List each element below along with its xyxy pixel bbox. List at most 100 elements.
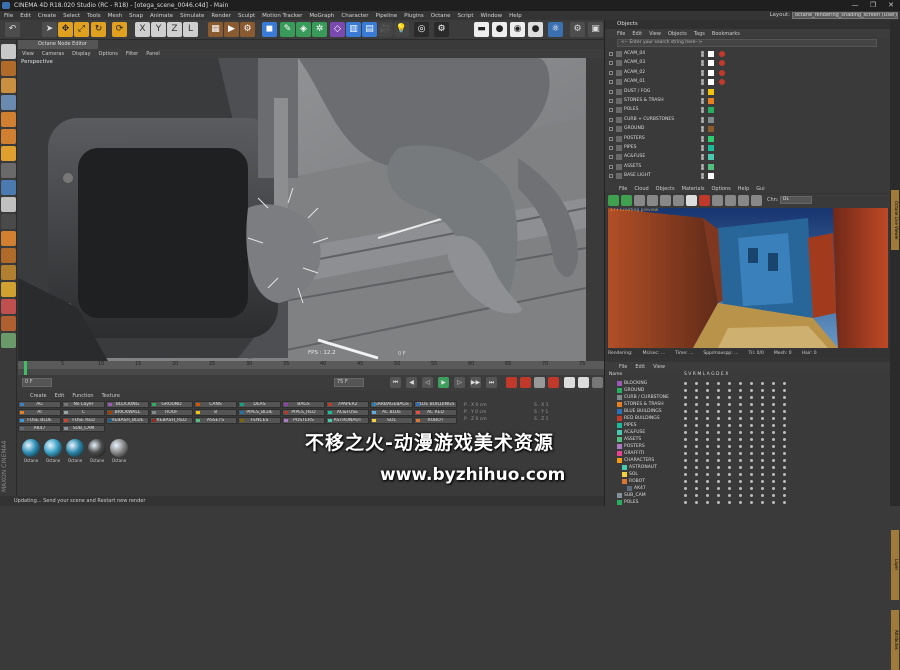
visibility-render-dot[interactable] bbox=[701, 63, 704, 67]
layer-button[interactable]: FUSE BLUE bbox=[18, 417, 61, 424]
layer-color-tag[interactable] bbox=[708, 88, 714, 95]
layer-button[interactable]: POSTERS bbox=[282, 417, 325, 424]
material-ball[interactable] bbox=[66, 439, 84, 457]
layer-flags[interactable] bbox=[684, 471, 794, 478]
camera-icon[interactable]: 🎥 bbox=[378, 22, 393, 37]
layer-color-tag[interactable] bbox=[708, 145, 714, 151]
viewport-menu-filter[interactable]: Filter bbox=[126, 51, 138, 57]
material-ball[interactable] bbox=[22, 439, 40, 457]
layer-row[interactable]: GROUND bbox=[609, 387, 809, 394]
frame-end-field[interactable]: 75 F bbox=[334, 378, 364, 387]
layer-button[interactable]: 8 bbox=[194, 409, 237, 416]
select-icon[interactable]: ➤ bbox=[42, 22, 57, 37]
scene-icon[interactable]: ▥ bbox=[346, 22, 361, 37]
layer-button[interactable]: GARBAGEBAGS bbox=[370, 401, 413, 408]
clay-icon[interactable] bbox=[712, 195, 723, 206]
coordinate-field[interactable]: P . Y 0 cm bbox=[464, 410, 486, 416]
layer-button[interactable]: AC RED bbox=[414, 409, 457, 416]
points-mode-icon[interactable] bbox=[1, 95, 16, 110]
render-preview-image[interactable]: 177 Creating preview bbox=[608, 208, 888, 348]
layer-button[interactable]: C bbox=[62, 409, 105, 416]
keyframe-icon[interactable] bbox=[534, 377, 545, 388]
layer-row[interactable]: GRAFFITI bbox=[609, 450, 809, 457]
texture-mode-icon[interactable] bbox=[1, 61, 16, 76]
menu-character[interactable]: Character bbox=[341, 13, 368, 19]
viewport-solo-icon[interactable] bbox=[1, 282, 16, 297]
layer-row[interactable]: ASSETS bbox=[609, 436, 809, 443]
layer-flags[interactable] bbox=[684, 387, 794, 394]
material-menu-create[interactable]: Create bbox=[30, 393, 47, 399]
layer-button[interactable]: ROBOT bbox=[414, 417, 457, 424]
layer-button[interactable]: PIPES_RED bbox=[282, 409, 325, 416]
coordinate-field[interactable]: S . Y 1 bbox=[534, 410, 548, 416]
layer-row[interactable]: BLUE BUILDINGS bbox=[609, 408, 809, 415]
expand-toggle[interactable] bbox=[609, 174, 613, 179]
material-menu-texture[interactable]: Texture bbox=[102, 393, 120, 399]
menu-mograph[interactable]: MoGraph bbox=[309, 13, 334, 19]
expand-toggle[interactable] bbox=[609, 164, 613, 169]
autokey-icon[interactable] bbox=[520, 377, 531, 388]
object-row[interactable]: PIPES bbox=[609, 144, 889, 152]
send-scene-icon[interactable] bbox=[608, 195, 619, 206]
array-icon[interactable]: ✲ bbox=[312, 22, 327, 37]
material-menu-function[interactable]: Function bbox=[72, 393, 93, 399]
object-row[interactable]: ACAM_04 bbox=[609, 50, 889, 58]
layer-color-tag[interactable] bbox=[708, 163, 714, 170]
move-icon[interactable]: ✥ bbox=[58, 22, 73, 37]
layer-flags[interactable] bbox=[684, 429, 794, 436]
render-toggle-icon[interactable]: ● bbox=[492, 22, 507, 37]
refresh-icon[interactable]: ⟳ bbox=[112, 22, 127, 37]
object-row[interactable]: POLES bbox=[609, 106, 889, 114]
layer-flags[interactable] bbox=[684, 380, 794, 387]
restart-render-icon[interactable] bbox=[621, 195, 632, 206]
layout-select[interactable]: octane_rendering_shading_screen (User) bbox=[792, 12, 898, 19]
minimize-button[interactable]: — bbox=[846, 0, 864, 11]
objects-menu-tags[interactable]: Tags bbox=[694, 31, 705, 37]
stop-icon[interactable] bbox=[647, 195, 658, 206]
octane-icon[interactable]: ◎ bbox=[414, 22, 429, 37]
layer-button[interactable]: DEAS bbox=[238, 401, 281, 408]
layer-row[interactable]: ROBOT bbox=[609, 478, 809, 485]
expand-toggle[interactable] bbox=[609, 108, 613, 113]
layer-button[interactable]: BLOCKING bbox=[106, 401, 149, 408]
layer-button[interactable]: GROUND bbox=[150, 401, 193, 408]
object-row[interactable]: AC&FUSE bbox=[609, 153, 889, 161]
grid-icon[interactable] bbox=[1, 248, 16, 263]
record-icon[interactable] bbox=[506, 377, 517, 388]
snap-icon[interactable] bbox=[1, 197, 16, 212]
axis-mode-icon[interactable] bbox=[1, 163, 16, 178]
layer-color-tag[interactable] bbox=[708, 69, 714, 76]
menu-pipeline[interactable]: Pipeline bbox=[376, 13, 398, 19]
menu-mesh[interactable]: Mesh bbox=[108, 13, 122, 19]
layer-button[interactable]: AC BLUE bbox=[370, 409, 413, 416]
render-menu-help[interactable]: Help bbox=[738, 186, 749, 192]
material-preview-icon[interactable] bbox=[686, 195, 697, 206]
layer-row[interactable]: CHARACTERS bbox=[609, 457, 809, 464]
workplane-lock-icon[interactable] bbox=[1, 214, 16, 229]
subdiv-icon[interactable]: ◈ bbox=[296, 22, 311, 37]
layer-button[interactable]: BLUE BUILDINGS bbox=[414, 401, 457, 408]
layer-menu-edit[interactable]: Edit bbox=[635, 364, 645, 370]
layer-button[interactable]: REBASH_RED bbox=[150, 417, 193, 424]
layer-row[interactable]: STONES & TRASH bbox=[609, 401, 809, 408]
layer-button[interactable]: PIPES_BLUE bbox=[238, 409, 281, 416]
lut-icon[interactable] bbox=[751, 195, 762, 206]
param-key-icon[interactable] bbox=[592, 377, 603, 388]
menu-snap[interactable]: Snap bbox=[129, 13, 143, 19]
layer-row[interactable]: BLOCKING bbox=[609, 380, 809, 387]
scale-icon[interactable]: ⤢ bbox=[74, 22, 89, 37]
render-settings-icon[interactable]: ⚙ bbox=[240, 22, 255, 37]
terrain-icon[interactable] bbox=[1, 299, 16, 314]
expand-toggle[interactable] bbox=[609, 136, 613, 141]
expand-toggle[interactable] bbox=[609, 61, 613, 66]
side-tab-2[interactable]: Attributes bbox=[891, 610, 899, 670]
y-axis-icon[interactable]: Y bbox=[151, 22, 166, 37]
menu-tools[interactable]: Tools bbox=[87, 13, 101, 19]
keyframe-sel-icon[interactable] bbox=[548, 377, 559, 388]
visibility-render-dot[interactable] bbox=[701, 54, 704, 57]
menu-octane[interactable]: Octane bbox=[431, 13, 451, 19]
octane-camera-tag-icon[interactable] bbox=[719, 69, 725, 76]
objects-menu-objects[interactable]: Objects bbox=[668, 31, 687, 37]
layer-flags[interactable] bbox=[684, 457, 794, 464]
viewport-menu-panel[interactable]: Panel bbox=[146, 51, 160, 57]
